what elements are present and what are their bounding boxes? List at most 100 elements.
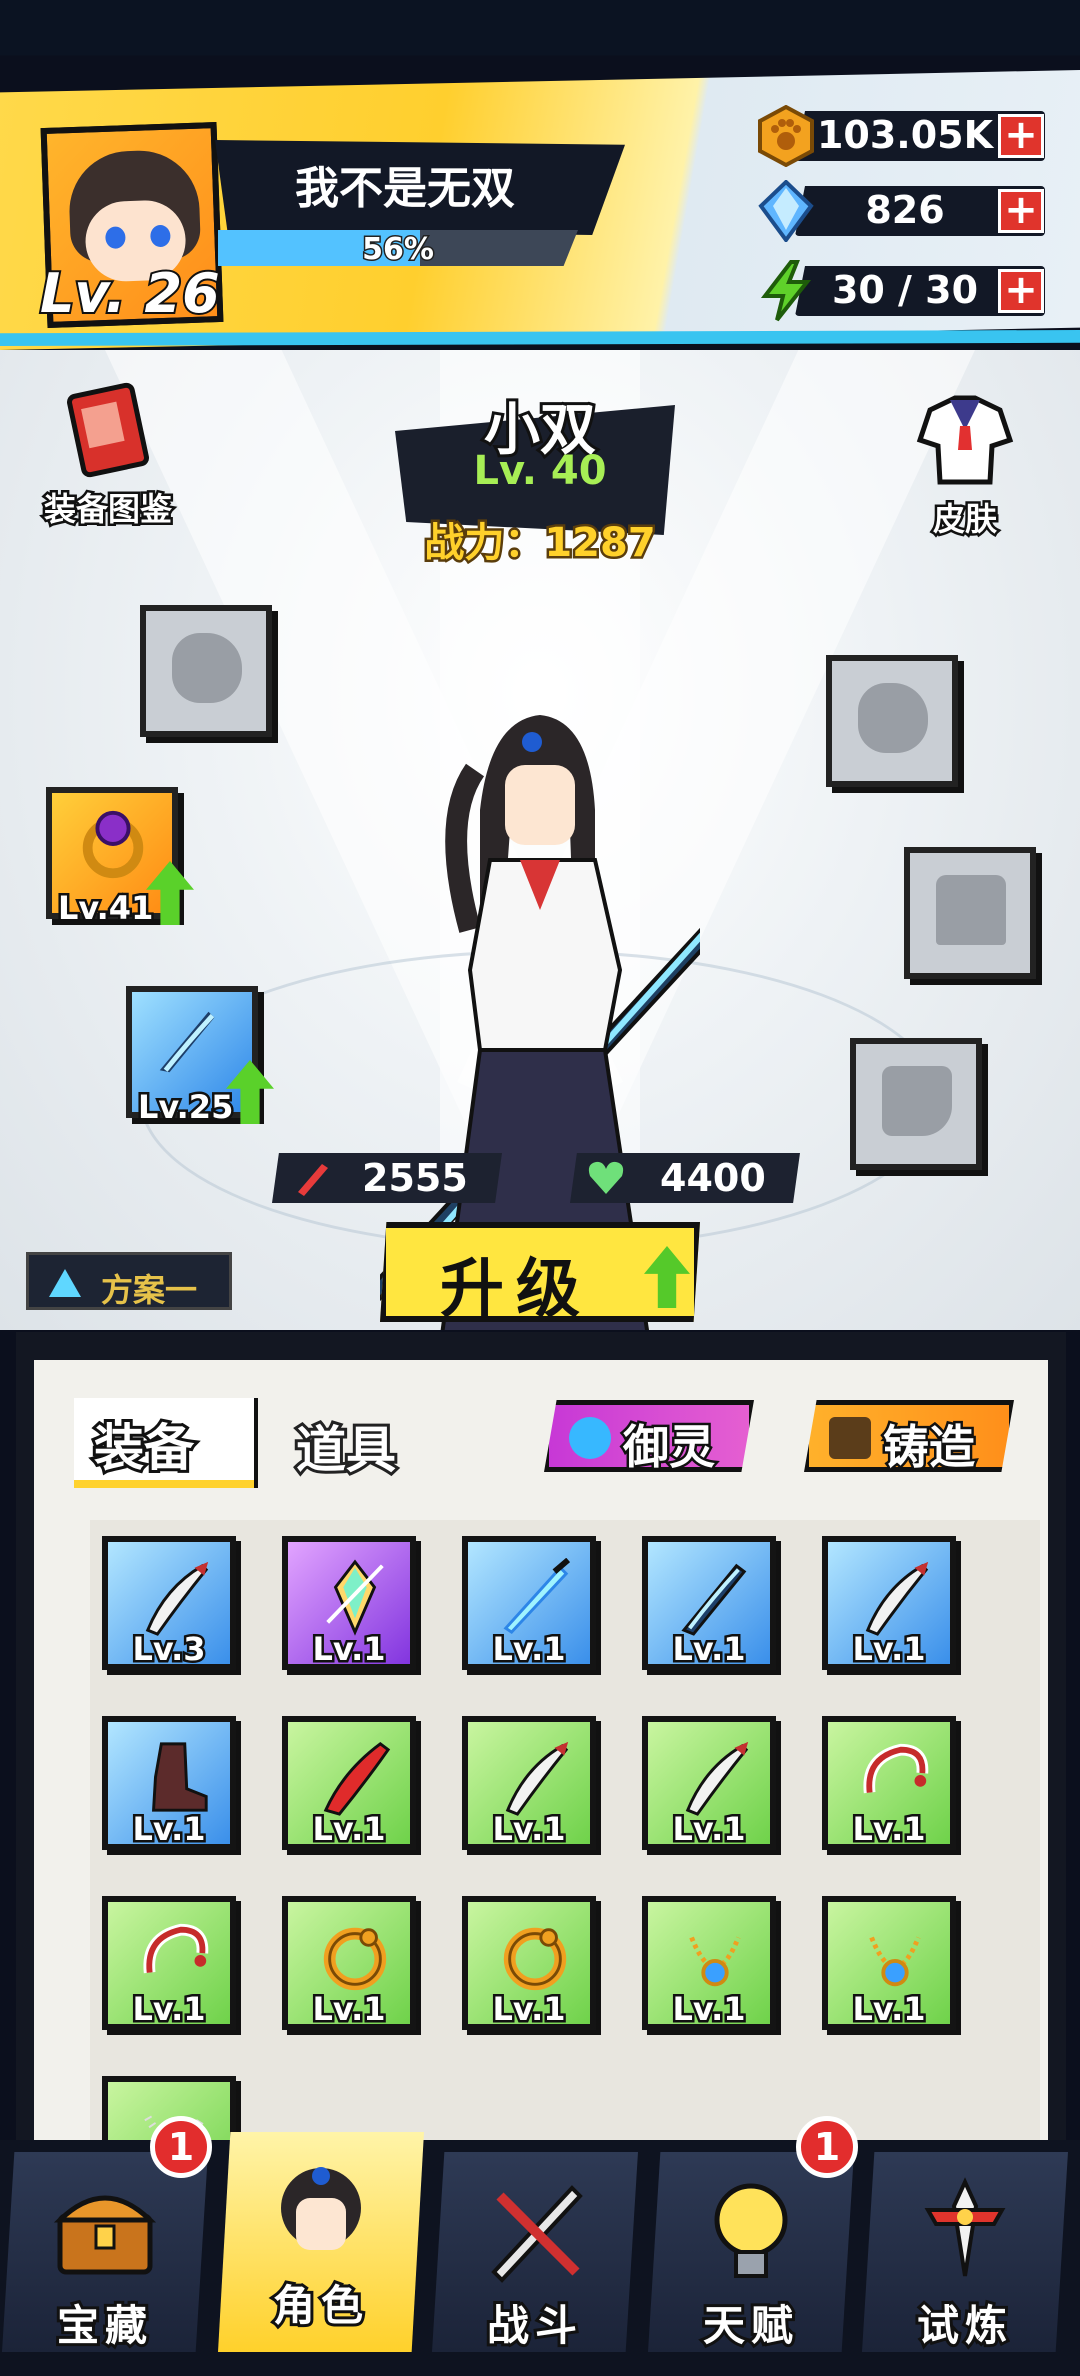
inventory-item[interactable]: Lv.1: [282, 1716, 416, 1850]
equip-slot-weapon[interactable]: Lv.25: [126, 986, 274, 1129]
heart-icon: [588, 1161, 624, 1194]
player-level: Lv. 26: [38, 260, 222, 327]
inventory-panel: 装备 道具 御灵 铸造 Lv.3 Lv.1 Lv.1 Lv.1 Lv.1 Lv.1 Lv.1…: [16, 1332, 1066, 2210]
inventory-item[interactable]: Lv.1: [822, 1536, 956, 1670]
character-stage: 装备图鉴 皮肤 小双 Lv. 40 战力：1287 Lv.41 Lv.25 25…: [0, 350, 1080, 1330]
hero-level: Lv. 40: [473, 448, 607, 494]
boot-icon: [151, 1742, 208, 1812]
tab-items[interactable]: 道具: [293, 1410, 399, 1482]
nav-item[interactable]: 天赋: [648, 2152, 854, 2352]
inventory-item[interactable]: Lv.1: [642, 1536, 776, 1670]
shirt-slot-icon: [936, 875, 1006, 945]
equip-slot-armor[interactable]: [904, 847, 1036, 979]
resource-paw-coin: 103.05K +: [755, 105, 1055, 167]
equip-slot-ring[interactable]: Lv.41: [46, 787, 194, 930]
blade-icon: [505, 1741, 569, 1816]
inventory-item[interactable]: Lv.1: [822, 1896, 956, 2030]
lightbulb-icon: [714, 2183, 788, 2278]
treasure-chest-icon: [53, 2195, 157, 2275]
ring-icon: [143, 1923, 209, 1974]
nav-item[interactable]: 宝藏: [2, 2152, 208, 2352]
inventory-item[interactable]: Lv.1: [462, 1536, 596, 1670]
upgrade-label: 升级: [440, 1253, 592, 1327]
tab-equipment[interactable]: 装备: [74, 1398, 254, 1488]
tab-equipment-label: 装备: [91, 1416, 197, 1480]
hero-power: 战力：1287: [422, 518, 658, 569]
inventory-item-level: Lv.1: [670, 1628, 748, 1668]
top-bar: Lv. 26 我不是无双 56% 103.05K + 826 + 30 / 30…: [0, 0, 1080, 360]
equipment-atlas-button[interactable]: 装备图鉴: [28, 380, 188, 531]
trial-sword-icon: [924, 2177, 1006, 2277]
upgrade-button[interactable]: 升级: [380, 1222, 700, 1322]
ring-icon: [82, 810, 144, 879]
uniform-icon: [916, 395, 1014, 485]
jagged-sword-icon: [159, 1011, 215, 1073]
light-sword-icon: [503, 1558, 571, 1635]
inventory-item-level: Lv.1: [490, 1808, 568, 1848]
add-paw-coin-button[interactable]: +: [998, 114, 1044, 158]
notification-badge: 1: [150, 2116, 212, 2178]
helmet-slot-icon: [172, 633, 242, 703]
spirit-icon: [569, 1417, 611, 1459]
inventory-item-level: Lv.3: [130, 1628, 208, 1668]
crystal-icon: [326, 1559, 384, 1636]
forge-button[interactable]: 铸造: [804, 1400, 1014, 1472]
paw-coin-value: 103.05K: [816, 113, 994, 157]
inventory-item[interactable]: Lv.1: [102, 1896, 236, 2030]
inventory-item[interactable]: Lv.1: [102, 1716, 236, 1850]
inventory-item-level: Lv.1: [130, 1988, 208, 2028]
resource-diamond: 826 +: [755, 180, 1055, 242]
inventory-item-level: Lv.1: [670, 1988, 748, 2028]
inventory-item[interactable]: Lv.1: [642, 1896, 776, 2030]
inventory-item[interactable]: Lv.1: [822, 1716, 956, 1850]
equip-slot-boots[interactable]: [850, 1038, 982, 1170]
red-blade-icon: [323, 1742, 391, 1816]
inventory-item-level: Lv.1: [310, 1808, 388, 1848]
jagged-sword-icon: [681, 1563, 747, 1636]
nav-item[interactable]: 角色: [218, 2132, 424, 2352]
nav-item[interactable]: 试炼: [862, 2152, 1068, 2352]
loadout-scheme-button[interactable]: 方案一: [26, 1252, 232, 1310]
triangle-icon: [49, 1269, 81, 1297]
weapon-slot-level: Lv.25: [135, 1086, 235, 1129]
nav-item[interactable]: 战斗: [432, 2152, 638, 2352]
battle-swords-icon: [491, 2185, 583, 2283]
ring-icon: [863, 1743, 929, 1794]
resource-energy: 30 / 30 +: [755, 260, 1055, 322]
inventory-item[interactable]: Lv.1: [642, 1716, 776, 1850]
diamond-value: 826: [865, 188, 945, 232]
nav-item-label: 试炼: [914, 2298, 1013, 2352]
glove-slot-icon: [858, 683, 928, 753]
spirit-label: 御灵: [621, 1418, 718, 1474]
inventory-item[interactable]: Lv.1: [282, 1536, 416, 1670]
inventory-item[interactable]: Lv.1: [462, 1716, 596, 1850]
bottom-navigation: 宝藏 1 角色 战斗 天赋 1 试炼: [0, 2116, 1080, 2376]
inventory-item-level: Lv.1: [130, 1808, 208, 1848]
nav-item-label: 战斗: [484, 2298, 583, 2352]
book-icon: [66, 382, 150, 478]
equip-slot-gloves[interactable]: [826, 655, 958, 787]
character-portrait-icon: [281, 2167, 361, 2250]
add-energy-button[interactable]: +: [998, 269, 1044, 313]
inventory-item[interactable]: Lv.3: [102, 1536, 236, 1670]
inventory-item[interactable]: Lv.1: [282, 1896, 416, 2030]
spirit-button[interactable]: 御灵: [544, 1400, 754, 1472]
notification-badge: 1: [796, 2116, 858, 2178]
loadout-scheme-label: 方案一: [101, 1271, 198, 1309]
skin-button[interactable]: 皮肤: [890, 390, 1040, 541]
inventory-item[interactable]: Lv.1: [462, 1896, 596, 2030]
add-diamond-button[interactable]: +: [998, 189, 1044, 233]
inventory-item-level: Lv.1: [670, 1808, 748, 1848]
nav-item-label: 宝藏: [54, 2298, 153, 2352]
exp-percent: 56%: [361, 231, 436, 269]
lightning-icon: [760, 260, 812, 322]
inventory-item-level: Lv.1: [850, 1628, 928, 1668]
dragon-ring-icon: [503, 1927, 567, 1991]
inventory-item-level: Lv.1: [310, 1628, 388, 1668]
equipment-atlas-label: 装备图鉴: [41, 488, 174, 531]
up-arrow-icon: [644, 1246, 690, 1308]
blade-icon: [145, 1561, 209, 1636]
inventory-item-level: Lv.1: [850, 1988, 928, 2028]
necklace-icon: [689, 1936, 741, 1987]
equip-slot-head[interactable]: [140, 605, 272, 737]
